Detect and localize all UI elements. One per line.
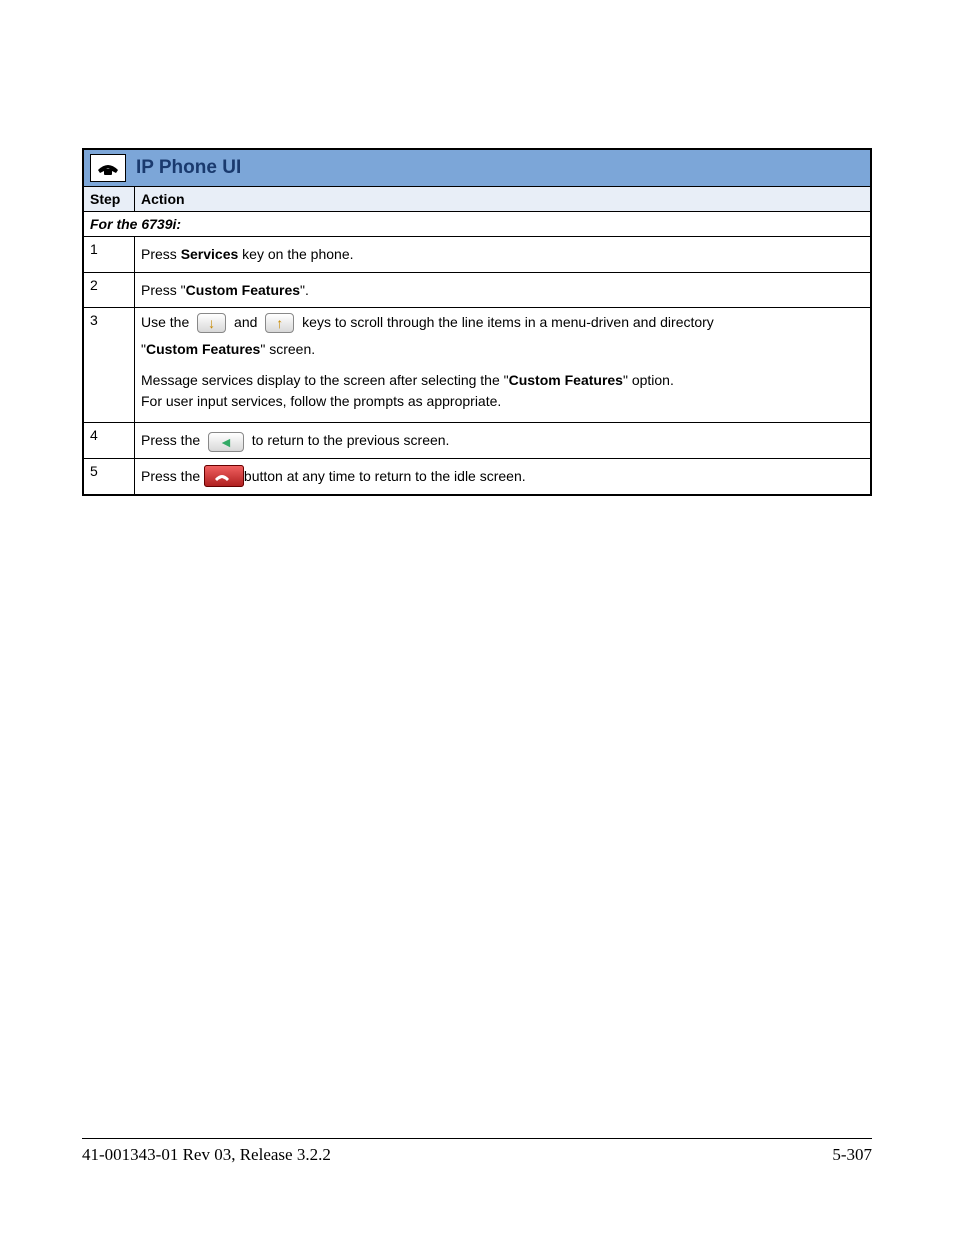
- footer-right: 5-307: [832, 1145, 872, 1165]
- table-row: 5 Press the button at any time to return…: [83, 459, 871, 495]
- model-subhead: For the 6739i:: [83, 212, 871, 237]
- table-title: IP Phone UI: [136, 157, 241, 179]
- document-page: IP Phone UI Step Action For the 6739i: 1…: [0, 0, 954, 1235]
- up-arrow-button: ↑: [265, 313, 294, 333]
- action-cell: Use the ↓ and ↑ keys to scroll through t…: [135, 308, 872, 423]
- back-button: ◄: [208, 432, 244, 452]
- step-number: 3: [83, 308, 135, 423]
- down-arrow-icon: ↓: [208, 316, 215, 330]
- phone-icon: [90, 154, 126, 182]
- step-number: 1: [83, 237, 135, 273]
- left-arrow-icon: ◄: [219, 435, 233, 449]
- step-number: 2: [83, 272, 135, 308]
- down-arrow-button: ↓: [197, 313, 226, 333]
- table-row: 3 Use the ↓ and ↑ keys to scroll through…: [83, 308, 871, 423]
- header-step: Step: [83, 187, 135, 212]
- header-row: Step Action: [83, 187, 871, 212]
- step-number: 4: [83, 423, 135, 459]
- instruction-table: IP Phone UI Step Action For the 6739i: 1…: [82, 148, 872, 496]
- table-row: 2 Press "Custom Features".: [83, 272, 871, 308]
- action-cell: Press Services key on the phone.: [135, 237, 872, 273]
- hangup-icon: [213, 472, 231, 482]
- action-cell: Press the button at any time to return t…: [135, 459, 872, 495]
- step-number: 5: [83, 459, 135, 495]
- action-cell: Press the ◄ to return to the previous sc…: [135, 423, 872, 459]
- footer-left: 41-001343-01 Rev 03, Release 3.2.2: [82, 1145, 331, 1165]
- title-row: IP Phone UI: [83, 149, 871, 187]
- table-row: 1 Press Services key on the phone.: [83, 237, 871, 273]
- table-row: 4 Press the ◄ to return to the previous …: [83, 423, 871, 459]
- hangup-button: [204, 465, 244, 487]
- page-footer: 41-001343-01 Rev 03, Release 3.2.2 5-307: [82, 1138, 872, 1165]
- action-cell: Press "Custom Features".: [135, 272, 872, 308]
- up-arrow-icon: ↑: [276, 316, 283, 330]
- header-action: Action: [135, 187, 872, 212]
